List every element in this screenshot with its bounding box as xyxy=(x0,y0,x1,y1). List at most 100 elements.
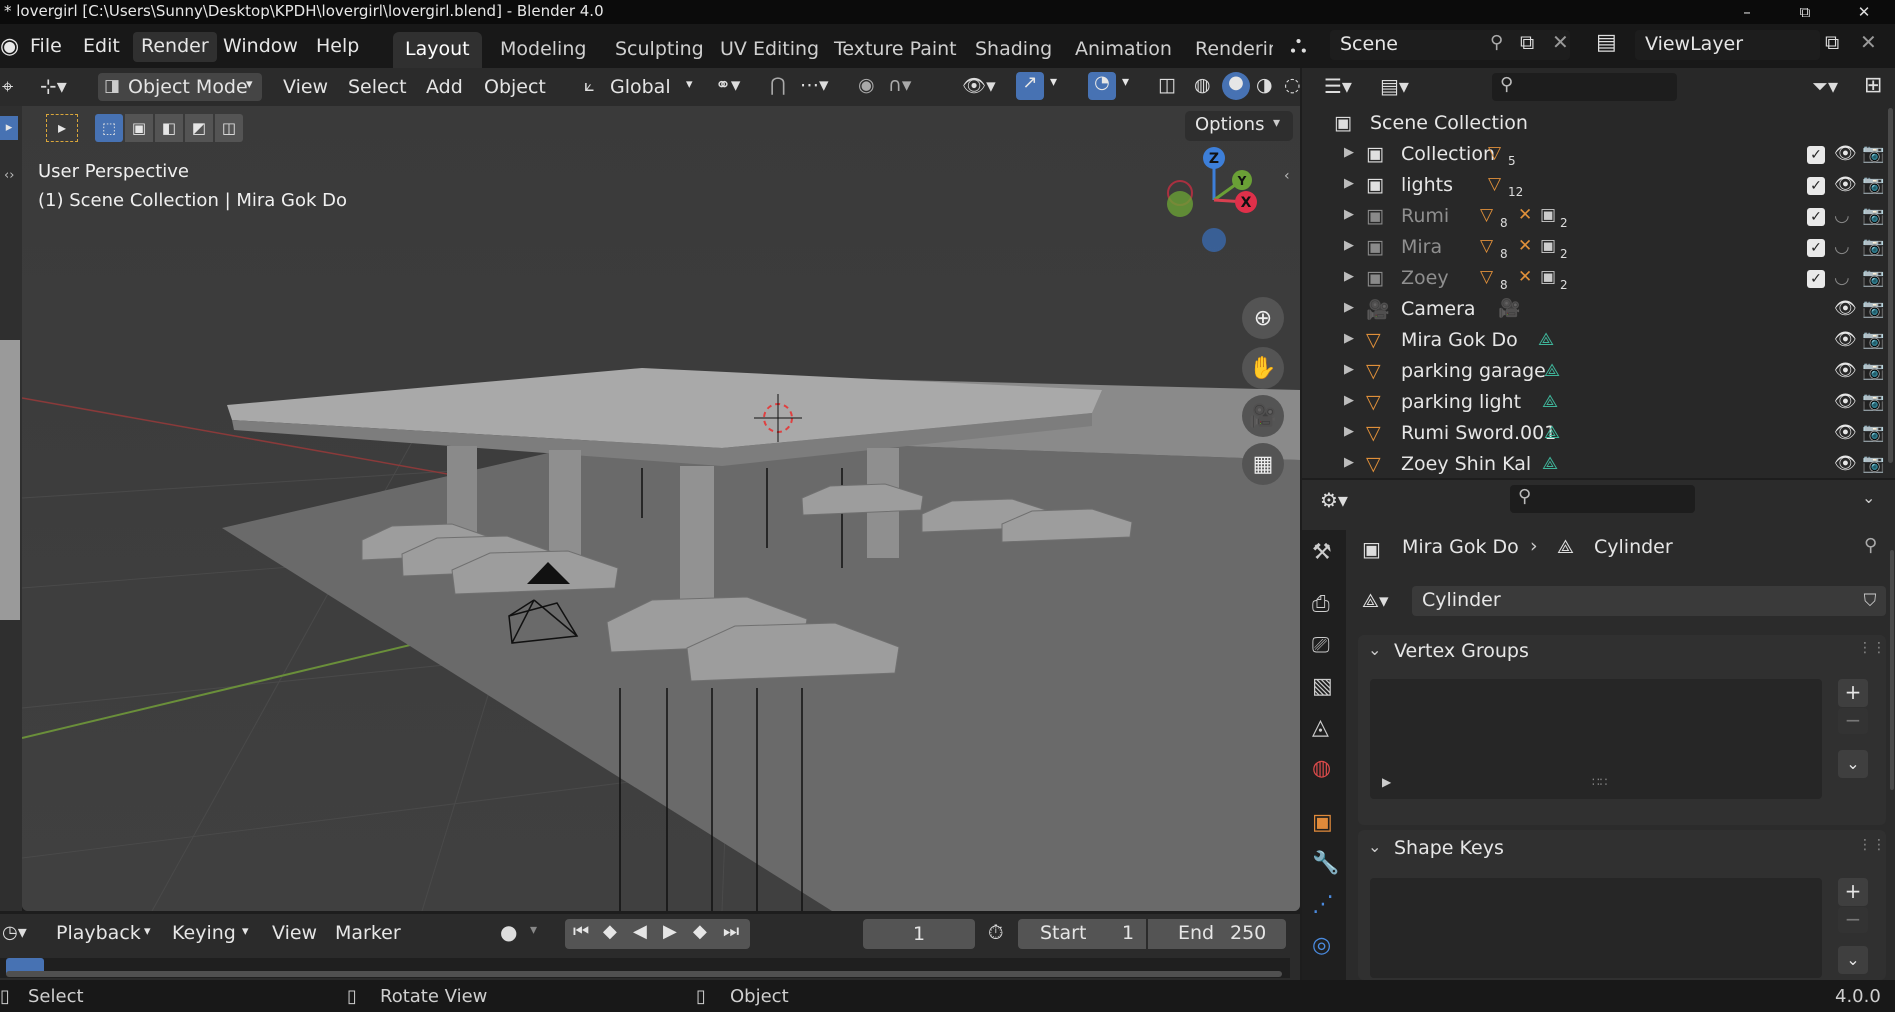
add-icon[interactable]: + xyxy=(1838,679,1868,707)
chevron-down-icon[interactable]: ▾ xyxy=(1122,74,1129,90)
outliner-row[interactable]: ▶ 🎥 Camera 🎥 👁 📷 xyxy=(1302,295,1895,326)
chevron-down-icon[interactable]: ⌄ xyxy=(1838,750,1868,778)
eye-icon[interactable]: 👁 xyxy=(1834,422,1857,443)
expand-arrow-icon[interactable]: ▶ xyxy=(1344,269,1354,284)
current-frame-field[interactable]: 1 xyxy=(863,919,975,949)
sidebar-toggle-icon[interactable]: ‹ xyxy=(1284,168,1290,184)
expand-icon[interactable]: ▶ xyxy=(1382,775,1391,789)
render-camera-icon[interactable]: 📷 xyxy=(1862,391,1884,412)
new-collection-icon[interactable]: ⊞ xyxy=(1864,73,1882,98)
render-camera-icon[interactable]: 📷 xyxy=(1862,143,1884,164)
scene-icon[interactable]: ⛬ xyxy=(1290,30,1307,58)
zoom-icon[interactable]: ⊕ xyxy=(1242,297,1284,339)
view-layer-field[interactable]: ViewLayer xyxy=(1635,30,1820,60)
camera-data-icon[interactable]: 🎥 xyxy=(1498,298,1520,319)
camera-view-icon[interactable]: 🎥 xyxy=(1242,395,1284,437)
timeline-scrollbar[interactable] xyxy=(6,971,1282,977)
render-camera-icon[interactable]: 📷 xyxy=(1862,360,1884,381)
gizmo-toggle-icon[interactable]: ↗ xyxy=(1016,72,1044,100)
expand-arrow-icon[interactable]: ▶ xyxy=(1344,176,1354,191)
outliner-row[interactable]: ▶ ▽ parking light ⟁ 👁 📷 xyxy=(1302,388,1895,419)
scene-tab-icon[interactable]: ◬ xyxy=(1312,715,1329,740)
render-camera-icon[interactable]: 📷 xyxy=(1862,236,1884,257)
outliner-row[interactable]: ▶ ▣ Mira ▽ 8 ✕ ▣ 2 ✓ ◡ 📷 xyxy=(1302,233,1895,264)
eye-closed-icon[interactable]: ◡ xyxy=(1834,236,1850,257)
timeline-menu-marker[interactable]: Marker xyxy=(335,922,401,944)
maximize-button[interactable]: ⧉ xyxy=(1781,0,1829,24)
mesh-data-icon[interactable]: ⟁▾ xyxy=(1362,590,1389,612)
keying-menu[interactable]: Keying ▾ xyxy=(162,919,258,949)
tab-sculpting[interactable]: Sculpting xyxy=(603,32,716,68)
child-mesh-icon[interactable]: ▽ xyxy=(1480,205,1493,225)
outliner-row[interactable]: ▶ ▽ Rumi Sword.001 ⟁ 👁 📷 xyxy=(1302,419,1895,450)
transform-icon[interactable]: ⊹▾ xyxy=(40,74,67,98)
record-icon[interactable]: ● xyxy=(500,920,517,944)
outliner-editor-icon[interactable]: ☰▾ xyxy=(1324,74,1352,98)
minimize-button[interactable]: – xyxy=(1723,0,1771,24)
outliner-row[interactable]: ▶ ▽ parking garage ⟁ 👁 📷 xyxy=(1302,357,1895,388)
expand-arrow-icon[interactable]: ▶ xyxy=(1344,393,1354,408)
next-keyframe-icon[interactable]: ◆ xyxy=(693,921,707,942)
eye-icon[interactable]: 👁 xyxy=(1834,143,1857,164)
render-camera-icon[interactable]: 📷 xyxy=(1862,329,1884,350)
render-camera-icon[interactable]: 📷 xyxy=(1862,298,1884,319)
select-intersect-icon[interactable]: ◫ xyxy=(215,114,243,142)
play-icon[interactable]: ▶ xyxy=(663,921,677,942)
3d-viewport[interactable]: User Perspective (1) Scene Collection | … xyxy=(22,68,1300,911)
jump-start-icon[interactable]: ⏮ xyxy=(573,921,589,942)
menu-window[interactable]: Window xyxy=(215,32,306,62)
delete-view-layer-icon[interactable]: ✕ xyxy=(1860,30,1877,54)
viewport-menu-add[interactable]: Add xyxy=(418,73,471,101)
eye-icon[interactable]: 👁 xyxy=(1834,360,1857,381)
visibility-icon[interactable]: 👁▾ xyxy=(962,74,996,97)
pin-icon[interactable]: ⚲ xyxy=(1490,32,1503,53)
jump-end-icon[interactable]: ⏭ xyxy=(723,921,739,942)
start-frame-field[interactable]: Start 1 xyxy=(1018,919,1146,949)
render-camera-icon[interactable]: 📷 xyxy=(1862,267,1884,288)
render-camera-icon[interactable]: 📷 xyxy=(1862,174,1884,195)
view-layer-tab-icon[interactable]: ▧ xyxy=(1312,674,1333,699)
end-frame-field[interactable]: End 250 xyxy=(1148,919,1286,949)
shape-keys-title[interactable]: Shape Keys xyxy=(1394,837,1504,859)
chevron-down-icon[interactable]: ⌄ xyxy=(1368,837,1381,856)
drag-handle-icon[interactable]: ⋮⋮ xyxy=(1858,837,1886,853)
physics-tab-icon[interactable]: ◎ xyxy=(1312,933,1331,958)
tab-rendering[interactable]: Rendering xyxy=(1183,32,1273,68)
solid-shading-icon[interactable]: ● xyxy=(1222,72,1250,100)
remove-icon[interactable]: − xyxy=(1838,907,1868,933)
tweak-tool-icon[interactable]: ▸ xyxy=(0,116,18,140)
tool-tab-icon[interactable]: ⚒ xyxy=(1312,540,1332,565)
pan-hand-icon[interactable]: ✋ xyxy=(1242,347,1284,389)
outliner-row[interactable]: ▶ ▽ Mira Gok Do ⟁ 👁 📷 xyxy=(1302,326,1895,357)
chevron-down-icon[interactable]: ⌄ xyxy=(1862,488,1875,507)
child-mesh-icon[interactable]: ▽ xyxy=(1488,143,1501,163)
drag-handle-icon[interactable]: ⋮⋮ xyxy=(1858,640,1886,656)
options-dropdown[interactable]: Options ▾ xyxy=(1185,111,1293,141)
select-subtract-icon[interactable]: ◧ xyxy=(155,114,183,142)
tab-layout[interactable]: Layout xyxy=(393,32,482,68)
fake-user-shield-icon[interactable]: ⛉ xyxy=(1854,586,1886,616)
eye-icon[interactable]: 👁 xyxy=(1834,329,1857,350)
child-mesh-icon[interactable]: ▽ xyxy=(1480,267,1493,287)
resize-handle-icon[interactable]: ∷∷ xyxy=(1592,775,1607,789)
armature-icon[interactable]: ✕ xyxy=(1518,205,1532,225)
scene-collection-row[interactable]: ▣ Scene Collection xyxy=(1302,109,1895,140)
mesh-data-icon[interactable]: ⟁ xyxy=(1544,422,1560,443)
timer-icon[interactable]: ⏱ xyxy=(988,920,1004,944)
timeline-menu-view[interactable]: View xyxy=(272,922,317,944)
particles-tab-icon[interactable]: ⋰ xyxy=(1312,892,1334,917)
timeline-editor-icon[interactable]: ◷▾ xyxy=(2,922,27,943)
exclude-checkbox[interactable]: ✓ xyxy=(1807,239,1825,257)
child-collection-icon[interactable]: ▣ xyxy=(1540,205,1556,225)
view-layer-icon[interactable]: ▤ xyxy=(1596,30,1617,55)
armature-icon[interactable]: ✕ xyxy=(1518,236,1532,256)
display-mode-icon[interactable]: ▤▾ xyxy=(1380,74,1409,98)
exclude-checkbox[interactable]: ✓ xyxy=(1807,208,1825,226)
timeline-scrub-area[interactable] xyxy=(0,958,1290,978)
prev-keyframe-icon[interactable]: ◆ xyxy=(603,921,617,942)
remove-icon[interactable]: − xyxy=(1838,708,1868,734)
render-tab-icon[interactable]: ⎙ xyxy=(1312,592,1330,617)
armature-icon[interactable]: ✕ xyxy=(1518,267,1532,287)
shape-keys-list[interactable] xyxy=(1370,878,1822,978)
expand-arrow-icon[interactable]: ▶ xyxy=(1344,207,1354,222)
